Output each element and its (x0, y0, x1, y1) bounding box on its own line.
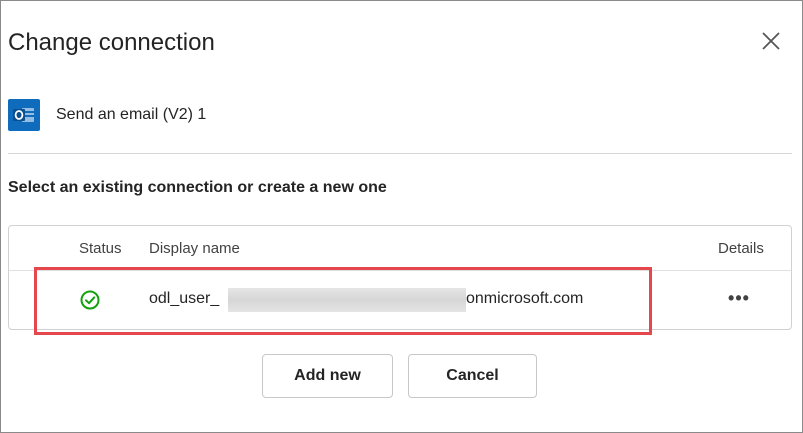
close-icon[interactable] (757, 27, 785, 55)
cancel-button[interactable]: Cancel (408, 354, 537, 398)
change-connection-dialog: Change connection Send an email (V2) 1 S… (0, 0, 803, 433)
column-header-details: Details (718, 240, 764, 257)
connections-table: Status Display name Details odl_user_ on… (8, 225, 792, 330)
outlook-icon (8, 99, 40, 131)
column-header-status: Status (79, 240, 122, 257)
dialog-title: Change connection (8, 29, 215, 56)
action-row: Send an email (V2) 1 (8, 99, 206, 131)
column-header-display-name: Display name (149, 240, 240, 257)
instruction-text: Select an existing connection or create … (8, 179, 387, 196)
more-options-icon[interactable]: ••• (724, 286, 754, 312)
redacted-text (228, 288, 466, 312)
add-new-button[interactable]: Add new (262, 354, 393, 398)
display-name-prefix: odl_user_ (149, 290, 220, 307)
table-row[interactable]: odl_user_ onmicrosoft.com ••• (9, 271, 791, 329)
action-name: Send an email (V2) 1 (56, 106, 207, 123)
display-name-suffix: onmicrosoft.com (466, 290, 584, 307)
check-circle-icon (79, 289, 101, 311)
divider (8, 153, 792, 154)
